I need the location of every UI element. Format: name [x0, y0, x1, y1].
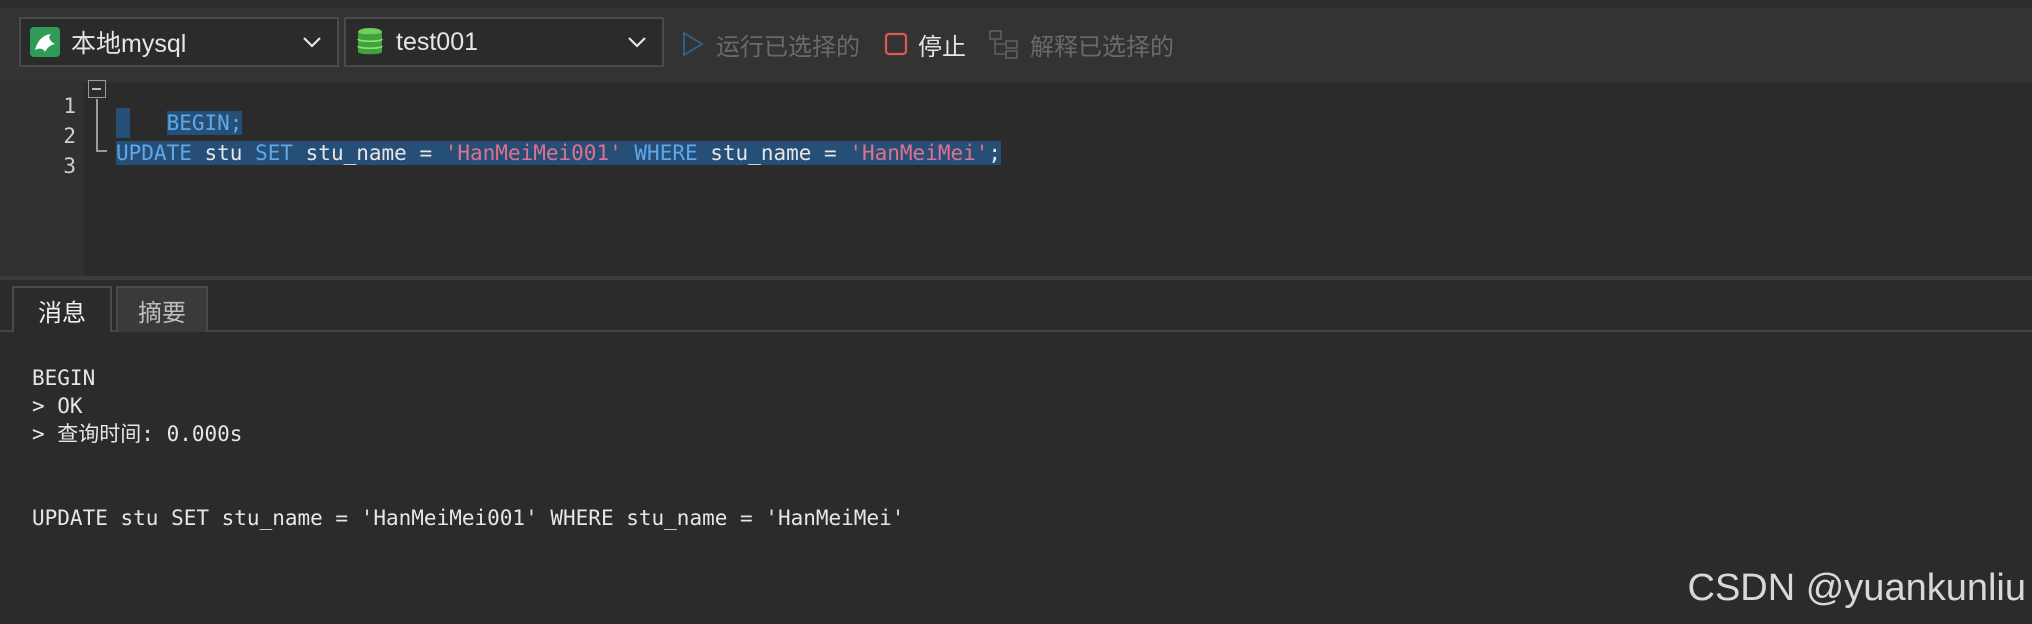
toolbar-top-strip [0, 0, 2032, 8]
query-toolbar: 本地mysql test001 运行已选择的 停止 解释已选择的 [0, 0, 2032, 82]
code-keyword: UPDATE [116, 141, 192, 165]
database-icon [357, 28, 383, 55]
tab-label: 消息 [38, 299, 86, 327]
line-number: 3 [63, 154, 76, 178]
sql-query-window: 本地mysql test001 运行已选择的 停止 解释已选择的 1 2 3 B… [0, 0, 2032, 624]
result-tabs: 消息 摘要 [0, 280, 2032, 332]
code-text: stu [191, 141, 256, 165]
line-number: 1 [63, 94, 76, 118]
code-string: 'HanMeiMei' [849, 141, 989, 165]
code-text: stu_name = [697, 141, 850, 165]
code-keyword: BEGIN; [166, 111, 243, 135]
output-line: UPDATE stu SET stu_name = 'HanMeiMei001'… [32, 506, 905, 530]
code-text: stu_name = [293, 141, 445, 165]
code-text: ; [988, 141, 1002, 165]
database-select[interactable]: test001 [344, 17, 664, 67]
code-keyword: WHERE [634, 141, 698, 165]
explain-selected-label: 解释已选择的 [1030, 33, 1174, 61]
line-number-gutter: 1 2 3 [0, 82, 84, 276]
watermark: CSDN @yuankunliu [1687, 567, 2027, 609]
explain-selected-button[interactable]: 解释已选择的 [988, 24, 1174, 64]
run-selected-button[interactable]: 运行已选择的 [680, 24, 860, 64]
stop-label: 停止 [918, 33, 966, 61]
code-line-3: UPDATE stu SET stu_name = 'HanMeiMei001'… [116, 138, 1002, 168]
stop-button[interactable]: 停止 [884, 24, 966, 64]
fold-collapse-icon[interactable] [88, 80, 106, 98]
stop-icon [884, 32, 908, 56]
tab-label: 摘要 [138, 299, 186, 327]
selected-code-span: UPDATE stu SET stu_name = 'HanMeiMei001'… [116, 141, 1002, 165]
output-line: BEGIN [32, 366, 96, 390]
run-selected-label: 运行已选择的 [716, 33, 860, 61]
tab-summary[interactable]: 摘要 [116, 286, 208, 332]
chevron-down-icon [628, 37, 646, 48]
database-select-label: test001 [396, 27, 479, 56]
output-line: > 查询时间: 0.000s [32, 422, 243, 446]
connection-select-label: 本地mysql [71, 30, 187, 58]
play-icon [683, 31, 704, 57]
mysql-connection-icon [30, 27, 60, 57]
chevron-down-icon [303, 37, 321, 48]
tab-messages[interactable]: 消息 [12, 286, 112, 332]
code-string: 'HanMeiMei001' [444, 141, 622, 165]
selected-empty-line [116, 108, 130, 138]
fold-guide-end [96, 150, 107, 152]
code-keyword: SET [255, 141, 294, 165]
explain-plan-icon [989, 30, 1018, 59]
messages-output[interactable]: BEGIN > OK > 查询时间: 0.000s UPDATE stu SET… [0, 332, 2032, 624]
code-line-1: BEGIN; [116, 78, 243, 135]
fold-guide-line [96, 99, 98, 151]
sql-editor[interactable]: 1 2 3 [0, 82, 2032, 276]
connection-select[interactable]: 本地mysql [19, 17, 339, 67]
line-number: 2 [63, 124, 76, 148]
output-line: > OK [32, 394, 83, 418]
